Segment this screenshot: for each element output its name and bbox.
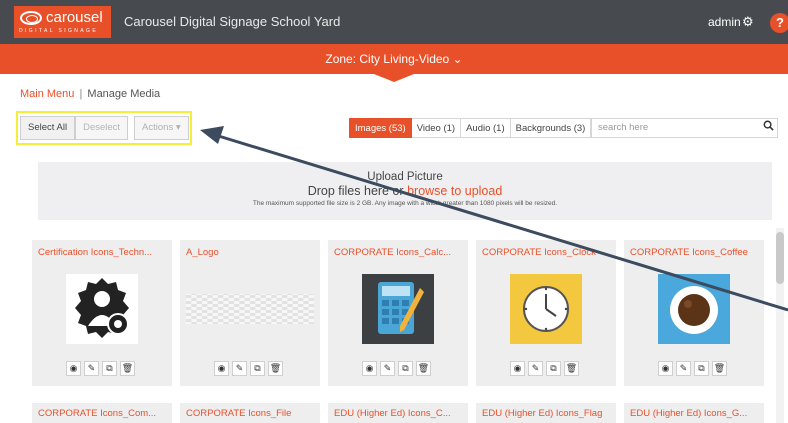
certification-gear-icon: [66, 274, 138, 344]
scrollbar-thumb[interactable]: [776, 232, 784, 284]
search-icon[interactable]: [763, 120, 774, 131]
edit-icon[interactable]: ✎: [528, 361, 543, 376]
carousel-logo[interactable]: carousel DIGITAL SIGNAGE: [14, 6, 111, 38]
media-card-title: CORPORATE Icons_Calc...: [334, 247, 452, 258]
browse-upload-link[interactable]: browse to upload: [407, 184, 502, 198]
media-card[interactable]: EDU (Higher Ed) Icons_Flag: [476, 403, 616, 423]
app-title: Carousel Digital Signage School Yard: [124, 14, 341, 29]
tab-images[interactable]: Images (53): [349, 118, 412, 138]
view-icon[interactable]: ◉: [214, 361, 229, 376]
top-bar: carousel DIGITAL SIGNAGE Carousel Digita…: [0, 0, 788, 44]
media-card-title: EDU (Higher Ed) Icons_C...: [334, 408, 451, 419]
media-card-title: CORPORATE Icons_Coffee: [630, 247, 748, 258]
media-card[interactable]: EDU (Higher Ed) Icons_G...: [624, 403, 764, 423]
coffee-icon: [658, 274, 730, 344]
search-input[interactable]: search here: [591, 118, 778, 138]
media-card-title: CORPORATE Icons_Clock: [482, 247, 596, 258]
copy-icon[interactable]: ⧉: [546, 361, 561, 376]
media-card[interactable]: CORPORATE Icons_Clock ◉ ✎ ⧉ 🗑: [476, 240, 616, 386]
view-icon[interactable]: ◉: [362, 361, 377, 376]
media-card-title: Certification Icons_Techn...: [38, 247, 153, 258]
copy-icon[interactable]: ⧉: [398, 361, 413, 376]
user-menu[interactable]: admin: [708, 15, 741, 29]
highlight-box: [16, 111, 192, 145]
view-icon[interactable]: ◉: [510, 361, 525, 376]
media-card[interactable]: EDU (Higher Ed) Icons_C...: [328, 403, 468, 423]
media-card-actions: ◉ ✎ ⧉ 🗑: [66, 361, 135, 376]
carousel-logo-icon: [20, 11, 42, 25]
edit-icon[interactable]: ✎: [380, 361, 395, 376]
breadcrumb-current: Manage Media: [87, 88, 161, 100]
breadcrumb-main-menu[interactable]: Main Menu: [20, 88, 74, 100]
trash-icon[interactable]: 🗑: [564, 361, 579, 376]
media-card-title: CORPORATE Icons_File: [186, 408, 292, 419]
zone-pointer: [374, 74, 414, 82]
media-card-actions: ◉ ✎ ⧉ 🗑: [658, 361, 727, 376]
logo-word: carousel: [46, 9, 103, 26]
upload-dropzone[interactable]: Upload Picture Drop files here or browse…: [38, 162, 772, 220]
tab-audio[interactable]: Audio (1): [461, 118, 511, 138]
media-card[interactable]: CORPORATE Icons_Calc... ◉ ✎ ⧉ 🗑: [328, 240, 468, 386]
media-card[interactable]: CORPORATE Icons_File: [180, 403, 320, 423]
media-card-title: EDU (Higher Ed) Icons_G...: [630, 408, 748, 419]
media-card-actions: ◉ ✎ ⧉ 🗑: [214, 361, 283, 376]
view-icon[interactable]: ◉: [658, 361, 673, 376]
edit-icon[interactable]: ✎: [84, 361, 99, 376]
media-card-title: A_Logo: [186, 247, 219, 258]
breadcrumb-separator: |: [79, 88, 83, 100]
media-card[interactable]: A_Logo ◉ ✎ ⧉ 🗑: [180, 240, 320, 386]
view-icon[interactable]: ◉: [66, 361, 81, 376]
media-type-tabs: Images (53) Video (1) Audio (1) Backgrou…: [349, 118, 592, 138]
media-card-title: EDU (Higher Ed) Icons_Flag: [482, 408, 603, 419]
breadcrumb: Main Menu | Manage Media: [20, 88, 160, 100]
edit-icon[interactable]: ✎: [232, 361, 247, 376]
media-card-title: CORPORATE Icons_Com...: [38, 408, 157, 419]
trash-icon[interactable]: 🗑: [416, 361, 431, 376]
upload-note: The maximum supported file size is 2 GB.…: [252, 200, 558, 207]
copy-icon[interactable]: ⧉: [102, 361, 117, 376]
upload-drop-text: Drop files here or: [307, 184, 408, 198]
media-card-actions: ◉ ✎ ⧉ 🗑: [510, 361, 579, 376]
gear-icon[interactable]: ⚙: [742, 14, 754, 30]
zone-selector[interactable]: Zone: City Living-Video ⌄: [0, 44, 788, 74]
media-card[interactable]: CORPORATE Icons_Coffee ◉ ✎ ⧉ 🗑: [624, 240, 764, 386]
copy-icon[interactable]: ⧉: [694, 361, 709, 376]
media-card[interactable]: CORPORATE Icons_Com...: [32, 403, 172, 423]
copy-icon[interactable]: ⧉: [250, 361, 265, 376]
trash-icon[interactable]: 🗑: [712, 361, 727, 376]
clock-icon: [510, 274, 582, 344]
calculator-icon: [362, 274, 434, 344]
upload-title: Upload Picture: [367, 171, 443, 183]
edit-icon[interactable]: ✎: [676, 361, 691, 376]
help-icon[interactable]: ?: [770, 13, 788, 33]
tab-backgrounds[interactable]: Backgrounds (3): [510, 118, 592, 138]
media-card[interactable]: Certification Icons_Techn... ◉ ✎ ⧉ 🗑: [32, 240, 172, 386]
tab-video[interactable]: Video (1): [411, 118, 462, 138]
trash-icon[interactable]: 🗑: [120, 361, 135, 376]
trash-icon[interactable]: 🗑: [268, 361, 283, 376]
logo-subtitle: DIGITAL SIGNAGE: [19, 28, 99, 34]
media-card-actions: ◉ ✎ ⧉ 🗑: [362, 361, 431, 376]
transparent-logo-icon: [186, 294, 314, 324]
upload-instructions: Drop files here or browse to upload: [38, 184, 772, 198]
